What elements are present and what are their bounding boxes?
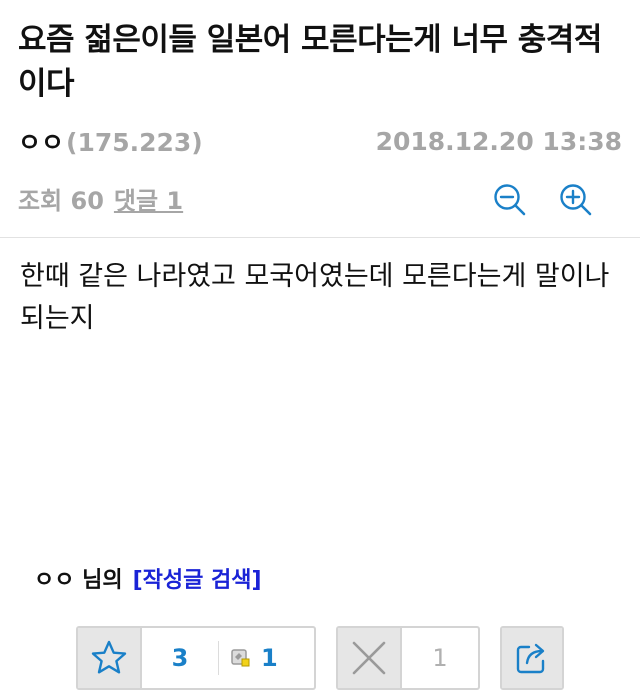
post-date: 2018.12.20 13:38: [375, 126, 622, 156]
post-stats: 조회 60 댓글 1: [18, 180, 193, 216]
author-posts-search-link[interactable]: [작성글 검색]: [133, 562, 262, 594]
dislike-count: 1: [432, 644, 448, 672]
post-body: 한때 같은 나라였고 모국어였는데 모른다는게 말이나 되는지: [20, 261, 610, 334]
recommend-group: 3 1: [76, 626, 316, 690]
author-name[interactable]: ㅇㅇ: [18, 128, 64, 157]
share-group: [500, 626, 564, 690]
author-info: ㅇㅇ(175.223): [18, 123, 203, 159]
star-icon: [91, 640, 127, 674]
post-title: 요즘 젊은이들 일본어 모른다는게 너무 충격적이다: [18, 22, 602, 102]
dislike-group: 1: [336, 626, 480, 690]
recommend-button[interactable]: [78, 628, 142, 688]
header-divider: [0, 237, 640, 238]
zoom-in-icon[interactable]: [558, 182, 594, 218]
author-ip: (175.223): [66, 128, 203, 157]
author-search-row: ㅇㅇ 님의 [작성글 검색]: [34, 562, 262, 594]
fixed-recommend-count: 1: [261, 644, 278, 672]
zoom-out-icon[interactable]: [492, 182, 528, 218]
comment-count-link[interactable]: 댓글 1: [114, 181, 183, 216]
x-icon: [352, 641, 386, 675]
view-count: 조회 60: [18, 186, 104, 215]
author-search-name: ㅇㅇ 님의: [34, 568, 123, 593]
fixed-recommend: 1: [219, 644, 278, 672]
recommend-count: 3: [171, 644, 189, 672]
post-meta: ㅇㅇ(175.223) 2018.12.20 13:38: [18, 124, 622, 158]
share-icon: [516, 643, 545, 674]
dislike-button[interactable]: [338, 628, 402, 688]
share-button[interactable]: [502, 628, 562, 688]
badge-icon: [231, 649, 250, 667]
